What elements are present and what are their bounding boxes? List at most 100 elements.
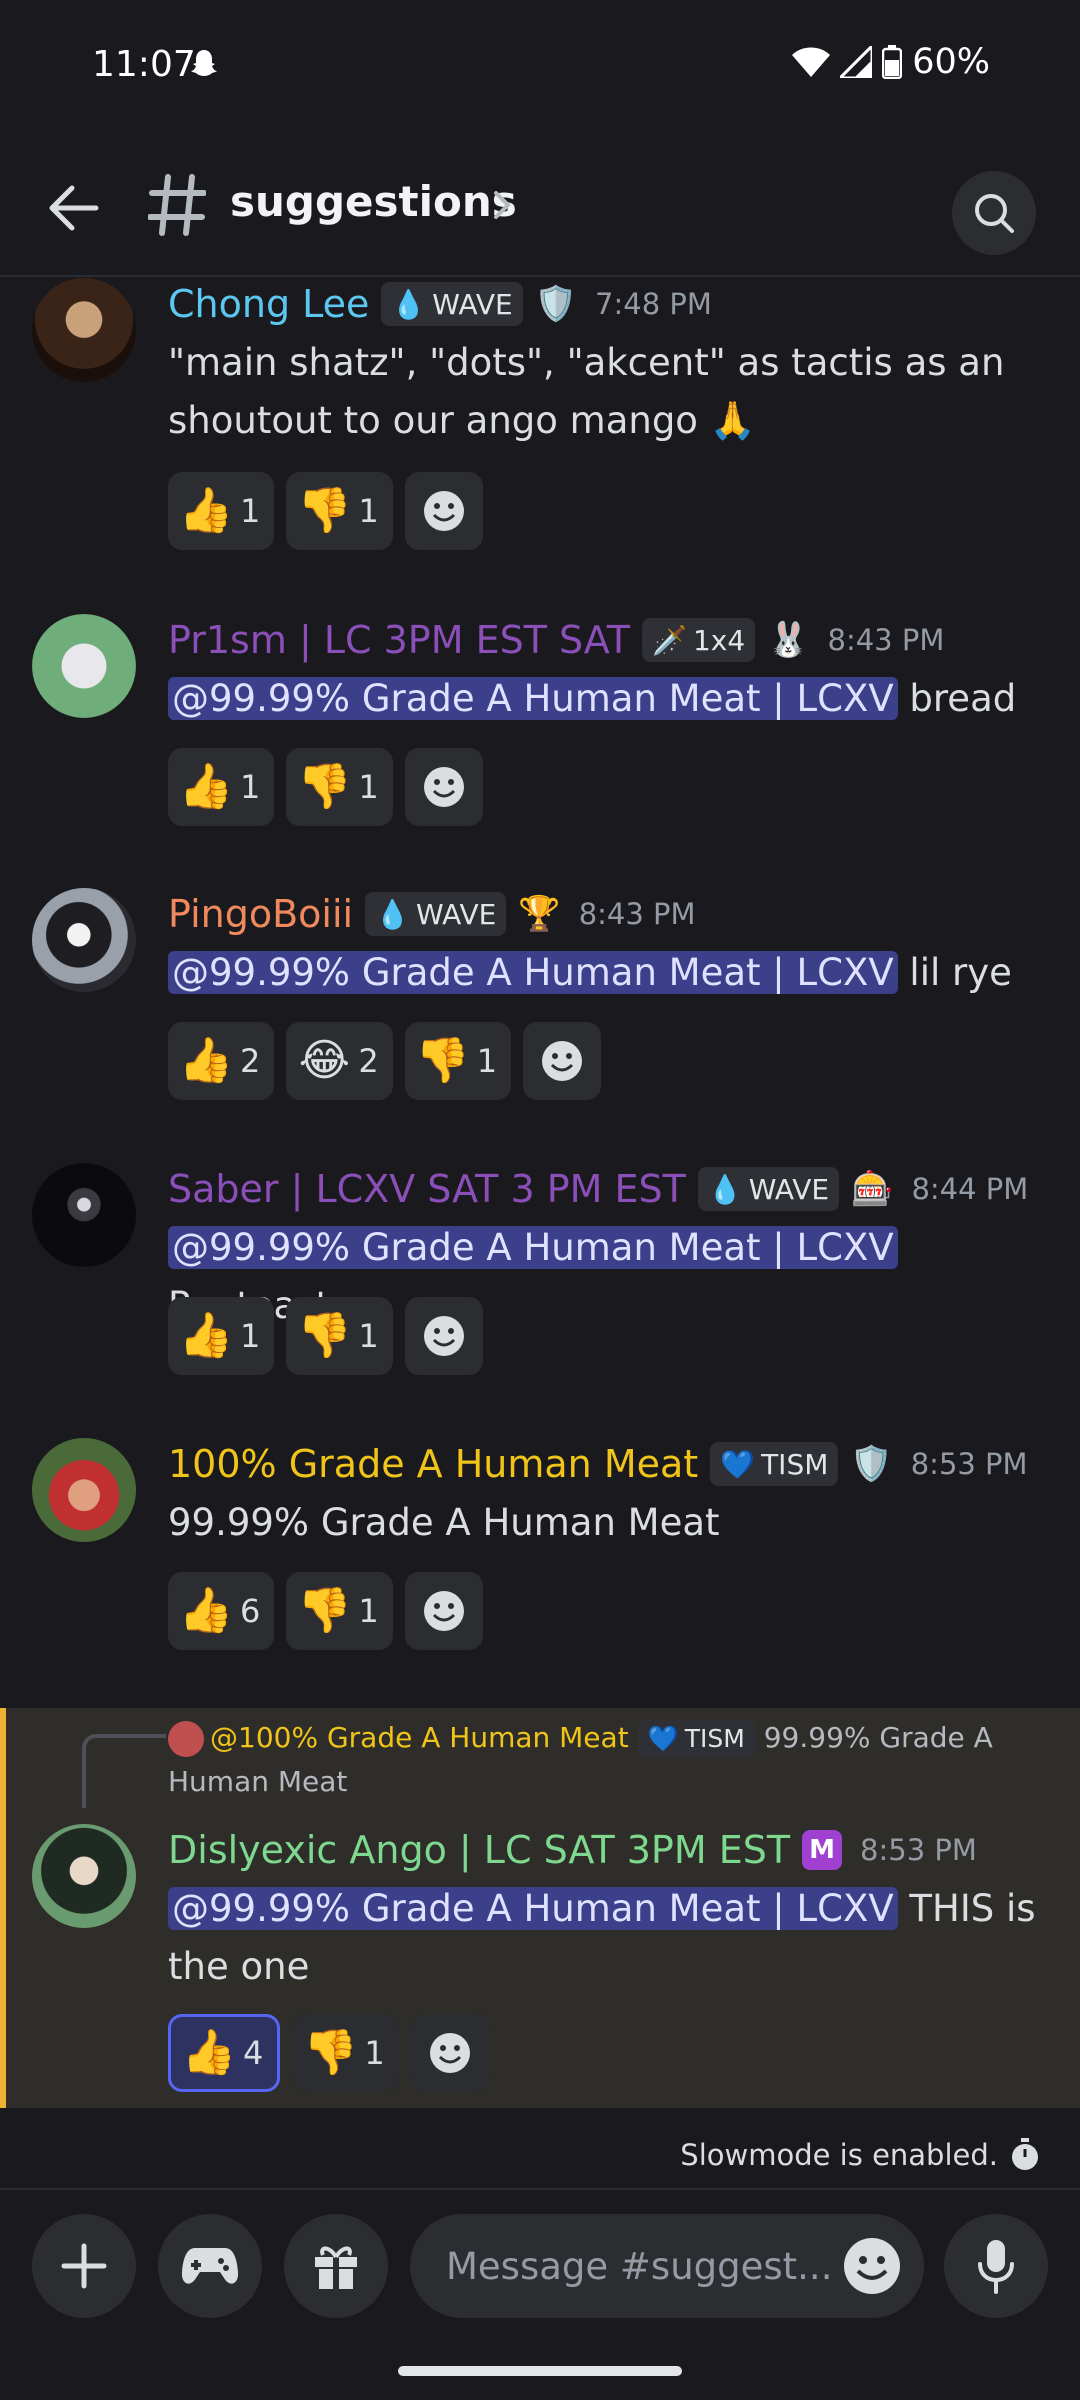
search-button[interactable]	[952, 171, 1036, 255]
droplet-icon: 💧	[391, 287, 427, 321]
reaction-thumbs-down[interactable]: 👎 1	[286, 1572, 393, 1650]
laughing-icon: 😂	[298, 1035, 351, 1086]
battery-icon	[882, 45, 903, 79]
username[interactable]: Saber | LCXV SAT 3 PM EST	[168, 1167, 686, 1211]
clan-badge[interactable]: 💧 WAVE	[381, 282, 523, 326]
status-bar: 11:07 60%	[0, 0, 1080, 135]
timestamp: 8:53 PM	[910, 1447, 1028, 1481]
heart-icon: 💙	[647, 1724, 679, 1753]
thumbs-up-icon: 👍	[178, 1035, 234, 1086]
add-reaction-button[interactable]	[410, 2014, 489, 2092]
reply-connector	[82, 1734, 166, 1808]
smiley-icon	[423, 491, 464, 531]
back-arrow-icon[interactable]	[44, 179, 102, 237]
reaction-thumbs-up[interactable]: 👍 1	[168, 472, 275, 550]
search-icon	[975, 194, 1014, 233]
home-indicator[interactable]	[398, 2366, 682, 2376]
reaction-thumbs-down[interactable]: 👎 1	[286, 472, 393, 550]
timestamp: 7:48 PM	[595, 287, 712, 321]
signal-icon	[840, 46, 873, 78]
reaction-thumbs-up[interactable]: 👍 1	[168, 748, 275, 826]
message-content: @99.99% Grade A Human Meat | LCXV bread	[168, 670, 1048, 728]
avatar[interactable]	[32, 1824, 136, 1928]
reaction-joy[interactable]: 😂 2	[286, 1022, 393, 1100]
clan-badge[interactable]: 🗡️ 1x4	[642, 618, 756, 662]
role-icon: 🛡️	[534, 284, 578, 324]
thumbs-up-icon: 👍	[178, 761, 234, 812]
slowmode-text: Slowmode is enabled.	[680, 2138, 998, 2172]
clan-badge[interactable]: 💙 TISM	[710, 1442, 839, 1486]
add-reaction-button[interactable]	[404, 472, 483, 550]
username[interactable]: 100% Grade A Human Meat	[168, 1442, 698, 1486]
snapchat-icon	[191, 50, 217, 76]
add-reaction-button[interactable]	[523, 1022, 602, 1100]
message-header: Dislyexic Ango | LC SAT 3PM EST M 8:53 P…	[168, 1828, 977, 1872]
reactions-row: 👍 4 👎 1	[168, 2014, 489, 2092]
reactions-row: 👍 1 👎 1	[168, 472, 483, 550]
voice-message-button[interactable]	[944, 2214, 1048, 2318]
reply-preview[interactable]: @100% Grade A Human Meat 💙 TISM 99.99% Gr…	[168, 1716, 1048, 1804]
username[interactable]: Pr1sm | LC 3PM EST SAT	[168, 618, 630, 662]
slowmode-notice: Slowmode is enabled.	[680, 2138, 1040, 2172]
clan-badge: 💙 TISM	[637, 1720, 755, 1758]
thumbs-down-icon: 👎	[296, 1310, 352, 1361]
add-reaction-button[interactable]	[404, 1297, 483, 1375]
reaction-thumbs-down[interactable]: 👎 1	[286, 748, 393, 826]
avatar[interactable]	[32, 888, 136, 992]
gift-button[interactable]	[284, 2214, 388, 2318]
stopwatch-icon	[1012, 2138, 1038, 2170]
add-reaction-button[interactable]	[404, 1572, 483, 1650]
message-header: 100% Grade A Human Meat 💙 TISM 🛡️ 8:53 PM	[168, 1442, 1028, 1486]
role-icon: M	[802, 1830, 843, 1870]
thumbs-up-icon: 👍	[178, 1585, 234, 1636]
smiley-icon	[423, 1316, 464, 1356]
reaction-thumbs-down[interactable]: 👎 1	[292, 2014, 399, 2092]
reaction-thumbs-down[interactable]: 👎 1	[404, 1022, 512, 1100]
user-mention[interactable]: @99.99% Grade A Human Meat | LCXV	[168, 1887, 898, 1930]
channel-name[interactable]: suggestions	[230, 177, 517, 226]
emoji-picker-icon[interactable]	[842, 2236, 902, 2296]
reaction-thumbs-down[interactable]: 👎 1	[286, 1297, 393, 1375]
message-header: Pr1sm | LC 3PM EST SAT 🗡️ 1x4 🐰 8:43 PM	[168, 618, 944, 662]
message-content: @99.99% Grade A Human Meat | LCXV lil ry…	[168, 944, 1048, 1002]
role-icon: 🛡️	[850, 1444, 893, 1484]
gamepad-icon	[181, 2248, 239, 2284]
user-mention[interactable]: @99.99% Grade A Human Meat | LCXV	[168, 677, 898, 720]
thumbs-down-icon: 👎	[296, 761, 352, 812]
status-icons: 60%	[792, 42, 990, 82]
user-mention[interactable]: @99.99% Grade A Human Meat | LCXV	[168, 951, 898, 994]
chevron-right-icon[interactable]	[490, 187, 514, 223]
message-input[interactable]: Message #suggest...	[410, 2214, 924, 2318]
thumbs-down-icon: 👎	[302, 2027, 358, 2078]
username[interactable]: PingoBoiii	[168, 892, 353, 936]
role-icon: 🐰	[767, 620, 810, 660]
role-icon: 🎰	[851, 1169, 894, 1209]
role-icon: 🏆	[518, 894, 561, 934]
avatar[interactable]	[32, 1438, 136, 1542]
channel-header: suggestions	[0, 135, 1080, 277]
heart-icon: 💙	[720, 1447, 756, 1481]
add-reaction-button[interactable]	[404, 748, 483, 826]
avatar[interactable]	[32, 614, 136, 718]
thumbs-down-icon: 👎	[296, 485, 352, 536]
thumbs-up-icon: 👍	[178, 1310, 234, 1361]
avatar[interactable]	[32, 278, 136, 382]
username[interactable]: Dislyexic Ango | LC SAT 3PM EST	[168, 1828, 790, 1872]
reaction-thumbs-up[interactable]: 👍 1	[168, 1297, 275, 1375]
reply-author[interactable]: @100% Grade A Human Meat	[210, 1721, 629, 1754]
reactions-row: 👍 1 👎 1	[168, 1297, 483, 1375]
message-header: PingoBoiii 💧 WAVE 🏆 8:43 PM	[168, 892, 696, 936]
username[interactable]: Chong Lee	[168, 282, 369, 326]
avatar[interactable]	[32, 1163, 136, 1267]
timestamp: 8:53 PM	[860, 1833, 977, 1867]
reaction-thumbs-up[interactable]: 👍 4	[168, 2014, 281, 2092]
activities-button[interactable]	[158, 2214, 262, 2318]
clan-badge[interactable]: 💧 WAVE	[697, 1167, 840, 1211]
attach-button[interactable]	[32, 2214, 136, 2318]
reaction-thumbs-up[interactable]: 👍 2	[168, 1022, 275, 1100]
reply-avatar	[168, 1721, 204, 1757]
reaction-thumbs-up[interactable]: 👍 6	[168, 1572, 275, 1650]
user-mention[interactable]: @99.99% Grade A Human Meat | LCXV	[168, 1226, 898, 1269]
clan-badge[interactable]: 💧 WAVE	[365, 892, 507, 936]
timestamp: 8:43 PM	[827, 623, 945, 657]
